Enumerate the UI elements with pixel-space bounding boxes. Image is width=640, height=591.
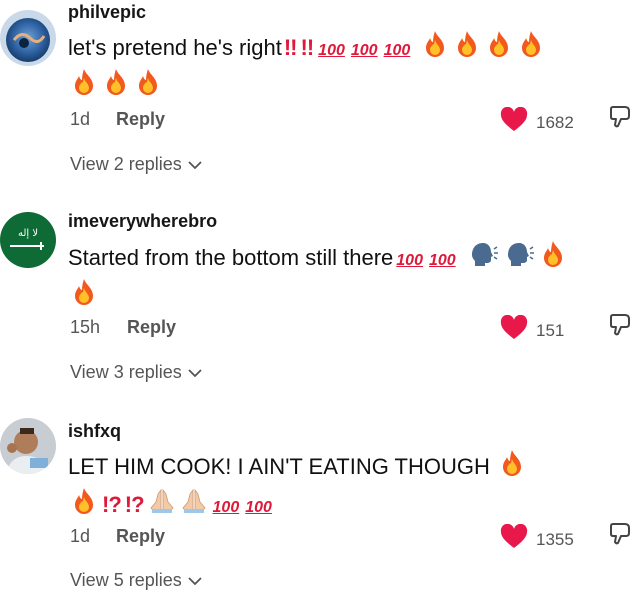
avatar[interactable]: [0, 418, 56, 474]
hundred-points-icon: 100: [350, 42, 378, 59]
folded-hands-icon: [181, 488, 207, 524]
hundred-points-icon: 100: [396, 252, 423, 269]
exclamation-question-icon: !?: [124, 492, 145, 518]
comment-time: 15h: [70, 317, 101, 337]
fire-icon: [518, 30, 544, 68]
double-exclamation-icon: !!: [283, 35, 298, 60]
heart-icon[interactable]: [500, 106, 528, 138]
speaking-head-icon: [468, 241, 498, 277]
like-count: 1682: [536, 112, 574, 132]
fire-icon: [135, 68, 161, 106]
like-count-group: 1355: [500, 523, 574, 555]
fire-icon: [71, 278, 97, 316]
hundred-points-icon: 100: [212, 499, 240, 517]
hundred-points-icon: 100: [245, 499, 272, 517]
username[interactable]: ishfxq: [68, 421, 121, 442]
like-count-group: 151: [500, 314, 565, 346]
username[interactable]: philvepic: [68, 2, 146, 23]
avatar[interactable]: ﻻ إله: [0, 212, 56, 268]
heart-icon[interactable]: [500, 523, 528, 555]
speaking-head-icon: [504, 241, 534, 277]
hundred-points-icon: 100: [383, 42, 411, 59]
like-count: 1355: [536, 529, 574, 549]
comment-text-body: LET HIM COOK! I AIN'T EATING THOUGH: [68, 454, 490, 479]
reply-button[interactable]: Reply: [116, 109, 165, 130]
view-replies-button[interactable]: View 3 replies: [70, 362, 202, 383]
fire-icon: [454, 30, 480, 68]
fire-icon: [486, 30, 512, 68]
dislike-icon[interactable]: [608, 104, 634, 130]
comment-text: Started from the bottom still there 100 10…: [68, 240, 623, 316]
fire-icon: [103, 68, 129, 106]
like-count: 151: [536, 320, 565, 340]
comment-text-body: Started from the bottom still there: [68, 245, 394, 270]
comment-text: LET HIM COOK! I AIN'T EATING THOUGH !?!?…: [68, 449, 623, 525]
fire-icon: [422, 30, 448, 68]
comment-time: 1d: [70, 526, 91, 546]
hundred-points-icon: 100: [428, 252, 456, 269]
comment-text-body: let's pretend he's right: [68, 35, 282, 60]
dislike-icon[interactable]: [608, 521, 634, 547]
fire-icon: [499, 449, 525, 487]
view-replies-label: View 3 replies: [70, 362, 182, 382]
fire-icon: [71, 487, 97, 525]
view-replies-button[interactable]: View 5 replies: [70, 570, 202, 591]
fire-icon: [540, 240, 566, 278]
chevron-down-icon: [188, 570, 202, 591]
view-replies-label: View 5 replies: [70, 570, 182, 590]
chevron-down-icon: [188, 154, 202, 175]
svg-text:ﻻ إله: ﻻ إله: [18, 228, 38, 239]
avatar[interactable]: [0, 10, 56, 66]
reply-button[interactable]: Reply: [127, 317, 176, 338]
username[interactable]: imeverywherebro: [68, 211, 217, 232]
hundred-points-icon: 100: [318, 42, 345, 59]
view-replies-button[interactable]: View 2 replies: [70, 154, 202, 175]
double-exclamation-icon: !!: [300, 35, 315, 60]
folded-hands-icon: [149, 488, 175, 524]
comment-text: let's pretend he's right!!!! 100 100 100: [68, 30, 623, 106]
reply-button[interactable]: Reply: [116, 526, 165, 547]
exclamation-question-icon: !?: [102, 492, 122, 518]
heart-icon[interactable]: [500, 314, 528, 346]
chevron-down-icon: [188, 362, 202, 383]
like-count-group: 1682: [500, 106, 574, 138]
comment-time: 1d: [70, 109, 91, 129]
view-replies-label: View 2 replies: [70, 154, 182, 174]
dislike-icon[interactable]: [608, 312, 634, 338]
fire-icon: [71, 68, 97, 106]
